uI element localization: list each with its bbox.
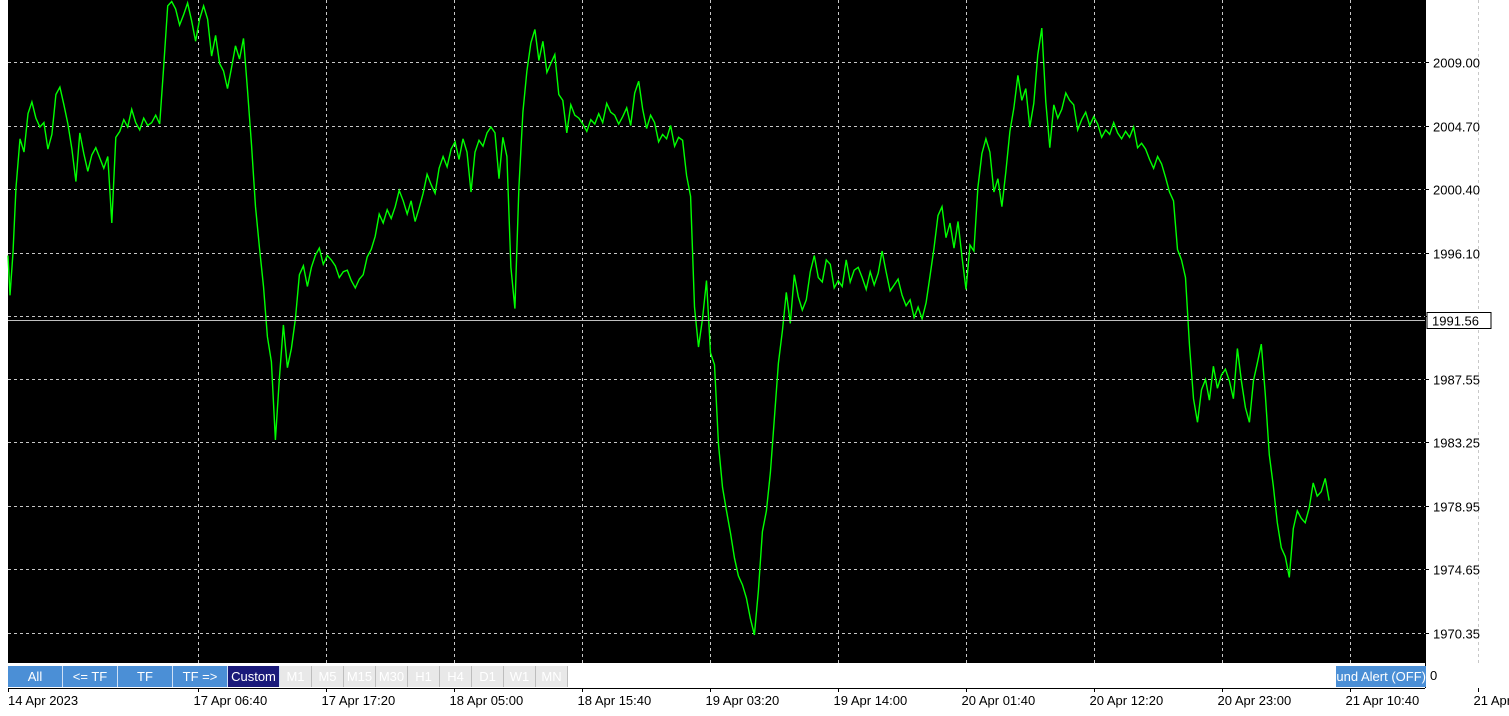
time-tick-label: 20 Apr 23:00	[1218, 693, 1292, 708]
price-tick-label: 1996.10	[1433, 247, 1480, 262]
period-m1-button[interactable]: M1	[280, 666, 312, 687]
period-m15-button[interactable]: M15	[344, 666, 376, 687]
period-m5-button[interactable]: M5	[312, 666, 344, 687]
price-tick-label: 1974.65	[1433, 563, 1480, 578]
period-w1-button[interactable]: W1	[504, 666, 536, 687]
price-tick-label: 1987.55	[1433, 373, 1480, 388]
time-tick-label: 20 Apr 01:40	[962, 693, 1036, 708]
plot-area[interactable]	[8, 0, 1425, 663]
price-tick-label: 1978.95	[1433, 500, 1480, 515]
price-tick-label: 2004.70	[1433, 120, 1480, 135]
price-tick-label: 1970.35	[1433, 627, 1480, 642]
timeframe-bar: All <= TF TF TF => Custom M1 M5 M15 M30 …	[8, 666, 568, 687]
price-tick-label: 2009.00	[1433, 56, 1480, 71]
time-tick-label: 18 Apr 05:00	[450, 693, 524, 708]
time-tick-label: 18 Apr 15:40	[578, 693, 652, 708]
time-tick-label: 19 Apr 03:20	[706, 693, 780, 708]
tf-current-button[interactable]: TF	[118, 666, 173, 687]
period-mn-button[interactable]: MN	[536, 666, 568, 687]
current-price-label: 1991.56	[1432, 314, 1479, 329]
time-tick-label: 14 Apr 2023	[8, 693, 78, 708]
period-m30-button[interactable]: M30	[376, 666, 408, 687]
chart-canvas[interactable]: 2009.00 2004.70 2000.40 1996.10 1987.55 1983.…	[0, 0, 1509, 716]
time-tick-label: 17 Apr 17:20	[322, 693, 396, 708]
time-tick-label: 20 Apr 12:20	[1090, 693, 1164, 708]
tf-next-button[interactable]: TF =>	[173, 666, 228, 687]
price-tick-label: 2000.40	[1433, 183, 1480, 198]
sound-alert-button[interactable]: Sound Alert (OFF)	[1336, 666, 1426, 687]
tf-prev-button[interactable]: <= TF	[63, 666, 118, 687]
price-chart[interactable]: 2009.00 2004.70 2000.40 1996.10 1987.55 1983.…	[0, 0, 1509, 716]
time-tick-label: 17 Apr 06:40	[194, 693, 268, 708]
zero-label: 0	[1430, 668, 1438, 683]
time-tick-label: 21 Apr 21:20	[1474, 693, 1509, 708]
period-h1-button[interactable]: H1	[408, 666, 440, 687]
time-tick-label: 21 Apr 10:40	[1346, 693, 1420, 708]
period-d1-button[interactable]: D1	[472, 666, 504, 687]
tf-custom-button[interactable]: Custom	[228, 666, 280, 687]
time-tick-label: 19 Apr 14:00	[834, 693, 908, 708]
period-h4-button[interactable]: H4	[440, 666, 472, 687]
price-tick-label: 1983.25	[1433, 436, 1480, 451]
tf-all-button[interactable]: All	[8, 666, 63, 687]
